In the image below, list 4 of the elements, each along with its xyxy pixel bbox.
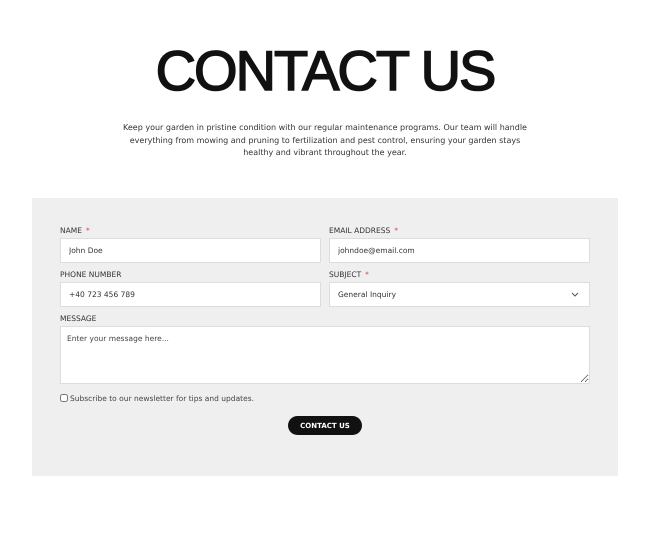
chevron-down-icon	[571, 292, 579, 296]
intro-text: Keep your garden in pristine condition with our regular maintenance programs. Our team will handle everything from mowing and pruning to fertilization and pest control, ensuring your garden stays healthy and vibrant throughout the year.	[122, 122, 528, 159]
newsletter-checkbox[interactable]	[60, 394, 68, 402]
page-heading: CONTACT US	[154, 40, 496, 102]
